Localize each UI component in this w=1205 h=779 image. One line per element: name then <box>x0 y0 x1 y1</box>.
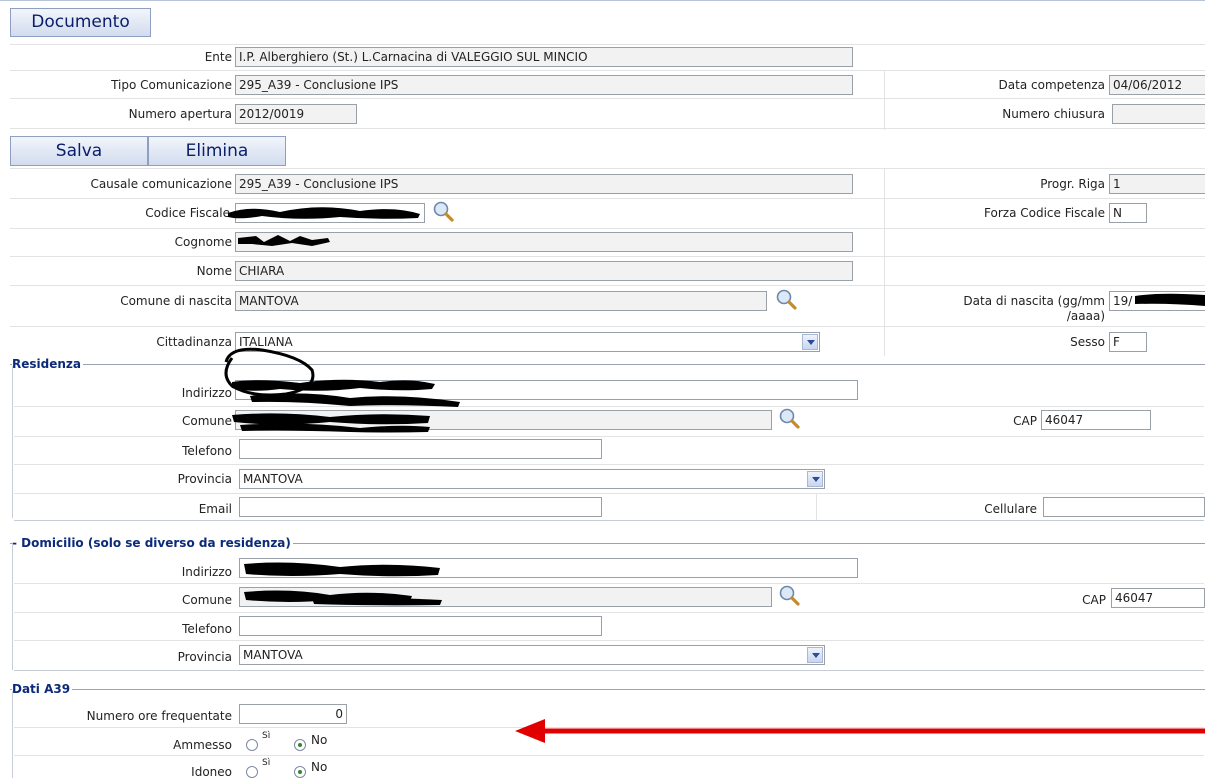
residenza-cellulare-label: Cellulare <box>984 502 1037 516</box>
domicilio-indirizzo-field[interactable] <box>239 558 858 578</box>
ore-frequentate-field[interactable]: 0 <box>239 704 347 724</box>
residenza-indirizzo-label: Indirizzo <box>181 386 232 400</box>
residenza-provincia-label: Provincia <box>177 472 232 486</box>
residenza-comune-label: Comune <box>181 414 232 428</box>
magnifier-icon[interactable] <box>778 407 800 429</box>
ammesso-label: Ammesso <box>173 738 232 752</box>
forza-codice-fiscale-label: Forza Codice Fiscale <box>984 206 1105 220</box>
sesso-field[interactable]: F <box>1109 332 1147 352</box>
ente-field[interactable]: I.P. Alberghiero (St.) L.Carnacina di VA… <box>235 47 853 67</box>
comune-nascita-field[interactable]: MANTOVA <box>235 291 767 311</box>
residenza-cap-field[interactable]: 46047 <box>1041 410 1151 430</box>
domicilio-comune-field[interactable] <box>239 587 772 607</box>
salva-button[interactable]: Salva <box>10 136 148 166</box>
tipo-comunicazione-label: Tipo Comunicazione <box>111 78 232 92</box>
idoneo-si-label: Sì <box>262 758 271 768</box>
domicilio-provincia-select[interactable]: MANTOVA <box>239 645 825 665</box>
data-nascita-label-2: /aaaa) <box>1066 309 1105 323</box>
domicilio-provincia-label: Provincia <box>177 650 232 664</box>
tipo-comunicazione-field[interactable]: 295_A39 - Conclusione IPS <box>235 75 853 95</box>
residenza-email-label: Email <box>198 502 232 516</box>
ammesso-si-label: Sì <box>262 731 271 741</box>
magnifier-icon[interactable] <box>778 584 800 606</box>
domicilio-indirizzo-label: Indirizzo <box>181 565 232 579</box>
residenza-provincia-select[interactable]: MANTOVA <box>239 469 825 489</box>
documento-tab[interactable]: Documento <box>10 8 151 37</box>
cittadinanza-value: ITALIANA <box>239 335 293 349</box>
domicilio-telefono-label: Telefono <box>182 622 232 636</box>
domicilio-cap-field[interactable]: 46047 <box>1111 588 1205 608</box>
cognome-label: Cognome <box>174 235 232 249</box>
data-nascita-field[interactable]: 19/ <box>1109 291 1205 311</box>
magnifier-icon[interactable] <box>775 288 797 310</box>
dropdown-arrow-icon[interactable] <box>802 334 818 350</box>
top-border <box>0 0 1205 1</box>
idoneo-no-radio[interactable] <box>294 766 306 778</box>
domicilio-comune-label: Comune <box>181 593 232 607</box>
ente-label: Ente <box>204 50 232 64</box>
cittadinanza-label: Cittadinanza <box>156 335 232 349</box>
domicilio-cap-label: CAP <box>1082 593 1106 607</box>
idoneo-no-label: No <box>311 760 328 774</box>
comune-nascita-label: Comune di nascita <box>120 294 232 308</box>
cognome-field[interactable] <box>235 232 853 252</box>
nome-label: Nome <box>196 264 232 278</box>
red-arrow-head <box>515 719 545 743</box>
domicilio-provincia-value: MANTOVA <box>243 648 303 662</box>
residenza-email-field[interactable] <box>239 497 602 517</box>
residenza-telefono-field[interactable] <box>239 439 602 459</box>
ammesso-no-radio[interactable] <box>294 739 306 751</box>
residenza-telefono-label: Telefono <box>182 444 232 458</box>
codice-fiscale-label: Codice Fiscale <box>145 206 230 220</box>
ore-frequentate-label: Numero ore frequentate <box>86 709 232 723</box>
idoneo-si-radio[interactable] <box>246 766 258 778</box>
data-competenza-field[interactable]: 04/06/2012 <box>1109 75 1205 95</box>
ammesso-si-radio[interactable] <box>246 739 258 751</box>
idoneo-label: Idoneo <box>191 765 232 779</box>
cittadinanza-select[interactable]: ITALIANA <box>235 332 820 352</box>
causale-field[interactable]: 295_A39 - Conclusione IPS <box>235 174 853 194</box>
data-competenza-label: Data competenza <box>998 78 1105 92</box>
sesso-label: Sesso <box>1070 335 1105 349</box>
dropdown-arrow-icon[interactable] <box>807 647 823 663</box>
dati-a39-section-title: Dati A39 <box>12 682 73 696</box>
numero-apertura-field[interactable]: 2012/0019 <box>235 104 357 124</box>
elimina-button[interactable]: Elimina <box>148 136 286 166</box>
residenza-indirizzo-field[interactable] <box>235 380 858 400</box>
data-nascita-label-1: Data di nascita (gg/mm <box>963 294 1105 308</box>
domicilio-telefono-field[interactable] <box>239 616 602 636</box>
residenza-cellulare-field[interactable] <box>1043 497 1205 517</box>
numero-apertura-label: Numero apertura <box>128 107 232 121</box>
codice-fiscale-field[interactable] <box>235 203 425 223</box>
progr-riga-field[interactable]: 1 <box>1109 174 1205 194</box>
progr-riga-label: Progr. Riga <box>1040 177 1105 191</box>
ammesso-no-label: No <box>311 733 328 747</box>
magnifier-icon[interactable] <box>432 200 454 222</box>
residenza-comune-field[interactable] <box>235 410 772 430</box>
numero-chiusura-label: Numero chiusura <box>1002 107 1105 121</box>
dropdown-arrow-icon[interactable] <box>807 471 823 487</box>
residenza-provincia-value: MANTOVA <box>243 472 303 486</box>
numero-chiusura-field[interactable] <box>1112 104 1205 124</box>
forza-codice-fiscale-field[interactable]: N <box>1109 203 1147 223</box>
causale-label: Causale comunicazione <box>90 177 232 191</box>
domicilio-section-title: - Domicilio (solo se diverso da residenz… <box>12 536 293 550</box>
residenza-section-title: Residenza <box>12 357 83 371</box>
residenza-cap-label: CAP <box>1013 414 1037 428</box>
nome-field[interactable]: CHIARA <box>235 261 853 281</box>
